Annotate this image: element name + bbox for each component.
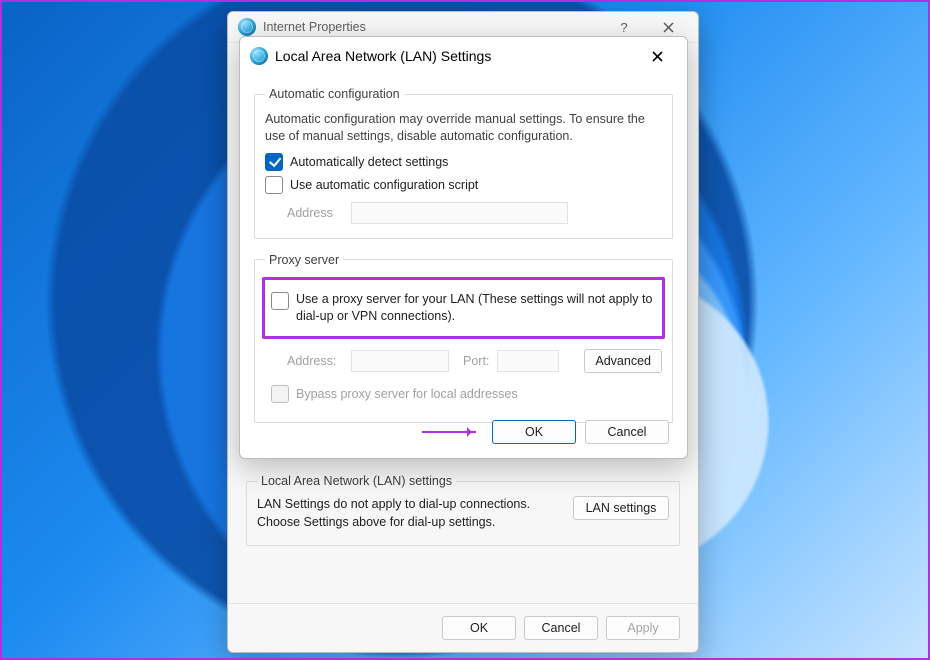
auto-detect-row[interactable]: Automatically detect settings [265, 153, 662, 171]
bypass-row[interactable]: Bypass proxy server for local addresses [271, 385, 662, 403]
advanced-button[interactable]: Advanced [584, 349, 662, 373]
bypass-label: Bypass proxy server for local addresses [296, 387, 518, 401]
lan-settings-titlebar[interactable]: Local Area Network (LAN) Settings [240, 37, 687, 73]
auto-detect-checkbox[interactable] [265, 153, 283, 171]
annotation-highlight: Use a proxy server for your LAN (These s… [262, 277, 665, 339]
proxy-address-row: Address: Port: Advanced [287, 349, 662, 373]
window-title: Internet Properties [263, 20, 602, 34]
lan-settings-dialog: Local Area Network (LAN) Settings Automa… [239, 36, 688, 459]
script-address-row: Address [287, 202, 662, 224]
proxy-address-input[interactable] [351, 350, 449, 372]
close-button[interactable] [635, 42, 679, 70]
proxy-address-label: Address: [287, 354, 343, 368]
auto-script-checkbox[interactable] [265, 176, 283, 194]
script-address-input[interactable] [351, 202, 568, 224]
use-proxy-row[interactable]: Use a proxy server for your LAN (These s… [271, 291, 656, 325]
lan-settings-button[interactable]: LAN settings [573, 496, 669, 520]
close-icon [652, 51, 663, 62]
cancel-button[interactable]: Cancel [524, 616, 598, 640]
proxy-port-label: Port: [463, 354, 489, 368]
dialog-actions: OK Cancel [492, 420, 669, 444]
automatic-configuration-group: Automatic configuration Automatic config… [254, 87, 673, 239]
auto-config-legend: Automatic configuration [265, 87, 404, 101]
auto-config-desc: Automatic configuration may override man… [265, 111, 662, 145]
lan-settings-desc: LAN Settings do not apply to dial-up con… [257, 496, 561, 531]
dialog-actions: OK Cancel Apply [442, 616, 680, 640]
apply-button[interactable]: Apply [606, 616, 680, 640]
ok-button[interactable]: OK [492, 420, 576, 444]
script-address-label: Address [287, 206, 343, 220]
lan-settings-group: Local Area Network (LAN) settings LAN Se… [246, 474, 680, 546]
annotation-arrow [422, 431, 476, 433]
bypass-checkbox[interactable] [271, 385, 289, 403]
ok-button[interactable]: OK [442, 616, 516, 640]
globe-icon [238, 18, 256, 36]
proxy-port-input[interactable] [497, 350, 559, 372]
lan-dialog-body: Automatic configuration Automatic config… [240, 73, 687, 458]
separator [228, 603, 698, 604]
auto-script-label: Use automatic configuration script [290, 178, 478, 192]
use-proxy-label: Use a proxy server for your LAN (These s… [296, 291, 656, 325]
internet-properties-body: Local Area Network (LAN) settings LAN Se… [246, 474, 680, 560]
use-proxy-checkbox[interactable] [271, 292, 289, 310]
lan-settings-legend: Local Area Network (LAN) settings [257, 474, 456, 488]
globe-icon [250, 47, 268, 65]
close-icon [663, 22, 674, 33]
dialog-title: Local Area Network (LAN) Settings [275, 48, 635, 64]
cancel-button[interactable]: Cancel [585, 420, 669, 444]
screenshot-frame: Internet Properties ? Local Area Network… [0, 0, 930, 660]
proxy-legend: Proxy server [265, 253, 343, 267]
auto-detect-label: Automatically detect settings [290, 155, 448, 169]
auto-script-row[interactable]: Use automatic configuration script [265, 176, 662, 194]
proxy-server-group: Proxy server Use a proxy server for your… [254, 253, 673, 423]
